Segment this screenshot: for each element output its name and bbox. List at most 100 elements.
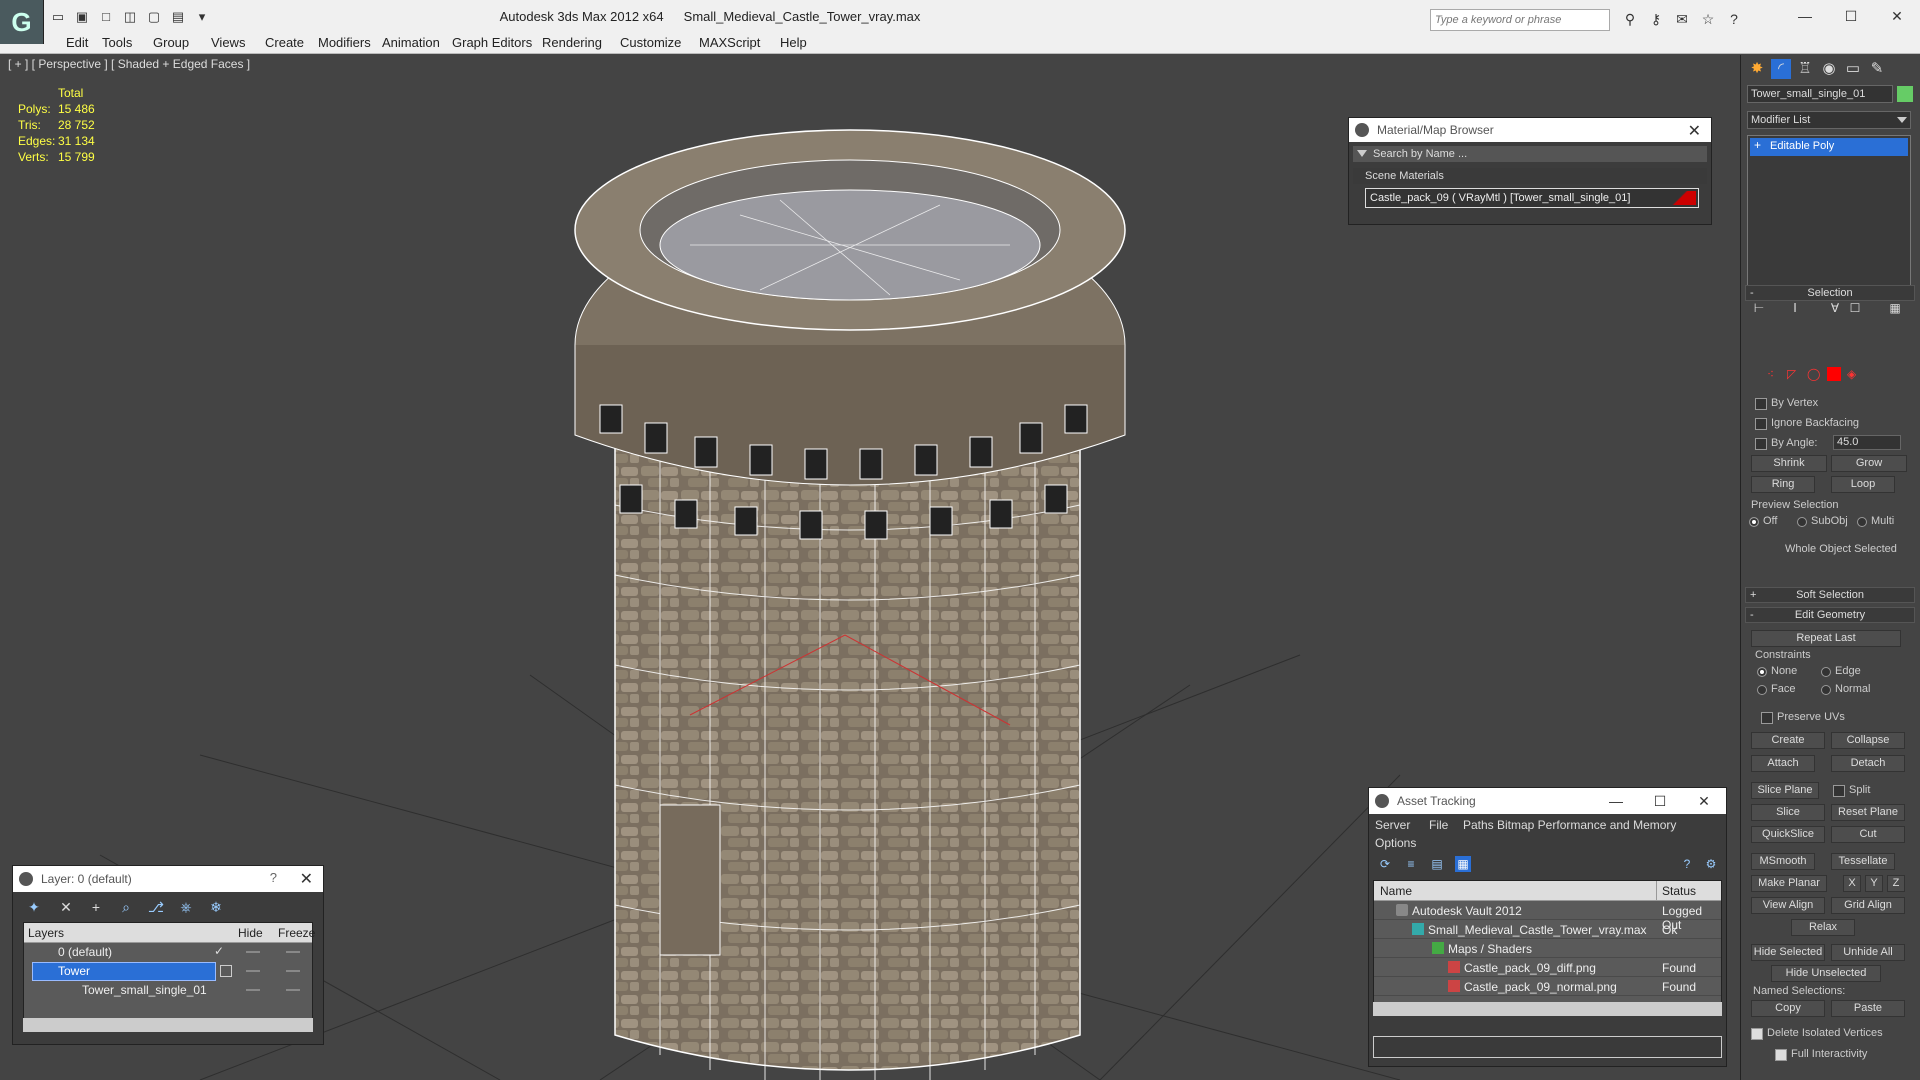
delete-isolated-vertices-checkbox[interactable]: Delete Isolated Vertices (1751, 1027, 1883, 1040)
cut-button[interactable]: Cut (1831, 826, 1905, 843)
paste-button[interactable]: Paste (1831, 1000, 1905, 1017)
binoculars-icon[interactable]: ⚲ (1620, 9, 1640, 29)
menu-create[interactable]: Create (265, 35, 304, 50)
hide-all-icon[interactable]: ⎈ (177, 898, 195, 916)
constraint-face-radio[interactable]: Face (1757, 683, 1795, 695)
maximize-icon[interactable]: ☐ (1828, 4, 1874, 28)
reset-plane-button[interactable]: Reset Plane (1831, 804, 1905, 821)
table-row[interactable]: Castle_pack_09_normal.png Found (1374, 977, 1721, 996)
menu-views[interactable]: Views (211, 35, 245, 50)
repeat-last-button[interactable]: Repeat Last (1751, 630, 1901, 647)
collapse-button[interactable]: Collapse (1831, 732, 1905, 749)
menu-group[interactable]: Group (153, 35, 189, 50)
table-row[interactable]: Autodesk Vault 2012 Logged Out (1374, 901, 1721, 932)
material-search-input[interactable]: Search by Name ... (1353, 146, 1707, 162)
layer-row[interactable]: Tower (24, 962, 312, 981)
grid-view-icon[interactable]: ▦ (1455, 856, 1471, 872)
menu-tools[interactable]: Tools (102, 35, 132, 50)
hierarchy-tab-icon[interactable]: ♖ (1795, 59, 1815, 79)
table-row[interactable]: Castle_pack_09_diff.png Found (1374, 958, 1721, 977)
close-icon[interactable]: ✕ (1682, 788, 1726, 814)
menu-bitmap-performance[interactable]: Bitmap Performance and Memory (1497, 818, 1676, 832)
planar-z-button[interactable]: Z (1887, 875, 1905, 892)
hide-toggle[interactable] (246, 951, 260, 953)
column-layers[interactable]: Layers (28, 926, 64, 940)
asset-tracking-header[interactable]: Asset Tracking — ☐ ✕ (1369, 788, 1726, 814)
scene-materials-section[interactable]: Scene Materials (1353, 168, 1707, 184)
highlight-layer-icon[interactable]: ⎇ (147, 898, 165, 916)
object-name-field[interactable]: Tower_small_single_01 (1747, 85, 1893, 103)
slice-plane-button[interactable]: Slice Plane (1751, 782, 1819, 799)
close-icon[interactable]: ✕ (300, 869, 313, 889)
pin-stack-icon[interactable]: ⊢ (1751, 301, 1767, 317)
menu-help[interactable]: Help (780, 35, 807, 50)
ignore-backfacing-checkbox[interactable]: Ignore Backfacing (1755, 417, 1859, 430)
delete-layer-icon[interactable]: ✕ (57, 898, 75, 916)
select-objects-icon[interactable]: ⌕ (117, 898, 135, 916)
view-align-button[interactable]: View Align (1751, 897, 1825, 914)
make-unique-icon[interactable]: ∀ (1827, 301, 1843, 317)
planar-x-button[interactable]: X (1843, 875, 1861, 892)
freeze-toggle[interactable] (286, 970, 300, 972)
detach-button[interactable]: Detach (1831, 755, 1905, 772)
modifier-stack-item[interactable]: Editable Poly (1750, 138, 1908, 156)
menu-animation[interactable]: Animation (382, 35, 440, 50)
create-button[interactable]: Create (1751, 732, 1825, 749)
shrink-button[interactable]: Shrink (1751, 455, 1827, 472)
relax-button[interactable]: Relax (1791, 919, 1855, 936)
add-to-layer-icon[interactable]: + (87, 898, 105, 916)
maximize-icon[interactable]: ☐ (1638, 788, 1682, 814)
full-interactivity-checkbox[interactable]: Full Interactivity (1775, 1048, 1867, 1061)
border-level-icon[interactable]: ◯ (1807, 367, 1821, 381)
loop-button[interactable]: Loop (1831, 476, 1895, 493)
display-tab-icon[interactable]: ▭ (1843, 59, 1863, 79)
constraint-none-radio[interactable]: None (1757, 665, 1797, 677)
hide-selected-button[interactable]: Hide Selected (1751, 944, 1825, 961)
hide-unselected-button[interactable]: Hide Unselected (1771, 965, 1881, 982)
create-tab-icon[interactable]: ✸ (1747, 59, 1767, 79)
horizontal-scrollbar[interactable] (23, 1018, 313, 1032)
subscription-icon[interactable]: ⚷ (1646, 9, 1666, 29)
favorites-star-icon[interactable]: ☆ (1698, 9, 1718, 29)
menu-edit[interactable]: Edit (66, 35, 88, 50)
preview-multi-radio[interactable]: Multi (1857, 515, 1894, 527)
settings-icon[interactable]: ⚙ (1703, 856, 1719, 872)
preview-off-radio[interactable]: Off (1749, 515, 1777, 527)
close-icon[interactable]: ✕ (1874, 4, 1920, 28)
attach-button[interactable]: Attach (1751, 755, 1815, 772)
viewport-label[interactable]: [ + ] [ Perspective ] [ Shaded + Edged F… (8, 57, 250, 71)
modifier-list-dropdown[interactable]: Modifier List (1747, 111, 1911, 129)
new-layer-icon[interactable]: ✦ (25, 898, 43, 916)
quickslice-button[interactable]: QuickSlice (1751, 826, 1825, 843)
layer-manager-header[interactable]: Layer: 0 (default) ? ✕ (13, 866, 323, 892)
slice-button[interactable]: Slice (1751, 804, 1825, 821)
layer-row[interactable]: Tower_small_single_01 (24, 981, 312, 1000)
freeze-toggle[interactable] (286, 951, 300, 953)
search-input[interactable]: Type a keyword or phrase (1430, 9, 1610, 31)
menu-maxscript[interactable]: MAXScript (699, 35, 760, 50)
current-layer-box[interactable] (220, 965, 232, 977)
by-angle-checkbox[interactable]: By Angle: (1755, 437, 1817, 450)
menu-file[interactable]: File (1429, 818, 1448, 832)
msmooth-button[interactable]: MSmooth (1751, 853, 1815, 870)
help-icon[interactable]: ? (1679, 856, 1695, 872)
configure-sets-icon[interactable]: ▦ (1887, 301, 1903, 317)
constraint-edge-radio[interactable]: Edge (1821, 665, 1861, 677)
material-browser-header[interactable]: Material/Map Browser ✕ (1349, 118, 1711, 142)
close-icon[interactable]: ✕ (1688, 121, 1701, 141)
soft-selection-rollout[interactable]: + Soft Selection (1745, 587, 1915, 603)
freeze-toggle[interactable] (286, 989, 300, 991)
menu-graph-editors[interactable]: Graph Editors (452, 35, 532, 50)
freeze-all-icon[interactable]: ❄ (207, 898, 225, 916)
tower-model[interactable] (560, 105, 1160, 1080)
ring-button[interactable]: Ring (1751, 476, 1815, 493)
edit-geometry-rollout[interactable]: - Edit Geometry (1745, 607, 1915, 623)
motion-tab-icon[interactable]: ◉ (1819, 59, 1839, 79)
modify-tab-icon[interactable]: ◜ (1771, 59, 1791, 79)
copy-button[interactable]: Copy (1751, 1000, 1825, 1017)
vertex-level-icon[interactable]: ⁖ (1767, 367, 1781, 381)
menu-rendering[interactable]: Rendering (542, 35, 602, 50)
list-view-icon[interactable]: ≡ (1403, 856, 1419, 872)
remove-modifier-icon[interactable]: ☐ (1847, 301, 1863, 317)
by-vertex-checkbox[interactable]: By Vertex (1755, 397, 1818, 410)
